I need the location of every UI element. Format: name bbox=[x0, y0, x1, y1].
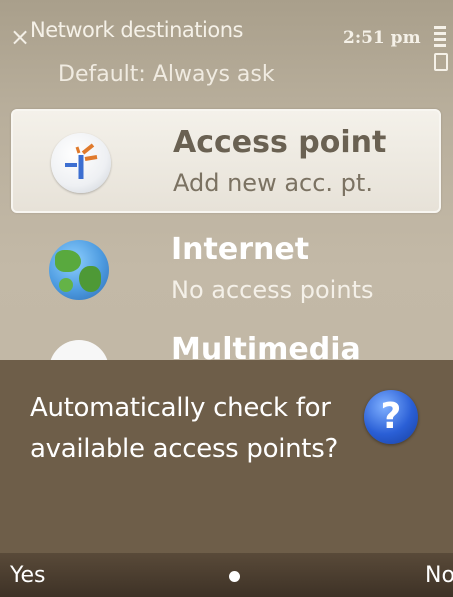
list-item-subtitle: No access points bbox=[171, 276, 374, 304]
globe-icon bbox=[49, 240, 109, 300]
list-item-internet[interactable]: Internet No access points bbox=[11, 218, 441, 322]
screen: × Network destinations 2:51 pm Default: … bbox=[0, 0, 453, 597]
page-title: Network destinations bbox=[30, 18, 243, 42]
yes-button[interactable]: Yes bbox=[10, 563, 46, 588]
battery-icon bbox=[434, 26, 448, 86]
confirmation-dialog: Automatically check for available access… bbox=[0, 360, 453, 553]
close-icon[interactable]: × bbox=[10, 25, 32, 49]
clock: 2:51 pm bbox=[343, 28, 421, 48]
access-point-icon bbox=[51, 133, 111, 193]
list-item-subtitle: Add new acc. pt. bbox=[173, 169, 373, 197]
list-item-title: Internet bbox=[171, 232, 310, 267]
center-key-dot-icon[interactable] bbox=[229, 571, 240, 582]
page-subtitle: Default: Always ask bbox=[58, 62, 275, 87]
help-icon: ? bbox=[364, 390, 418, 444]
softkey-bar: Yes No bbox=[0, 553, 453, 597]
dialog-message: Automatically check for available access… bbox=[30, 393, 338, 464]
list-item-title: Access point bbox=[173, 125, 387, 160]
no-button[interactable]: No bbox=[425, 563, 453, 588]
list-item-access-point[interactable]: Access point Add new acc. pt. bbox=[11, 109, 441, 213]
